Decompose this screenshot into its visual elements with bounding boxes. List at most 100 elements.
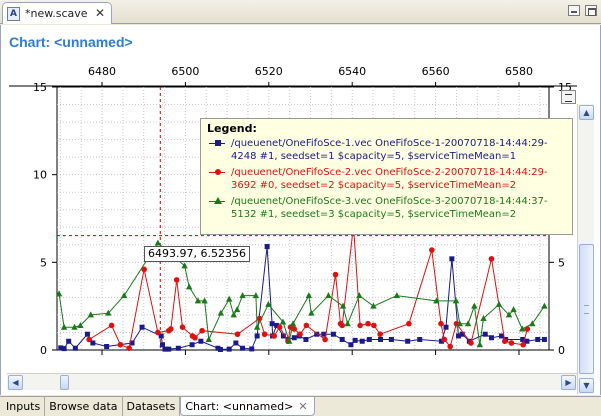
data-point-circle xyxy=(108,322,115,329)
tab-inputs[interactable]: Inputs xyxy=(2,397,46,416)
close-icon[interactable]: ✕ xyxy=(95,6,105,20)
data-point-square xyxy=(449,256,455,262)
data-point-circle xyxy=(117,341,124,348)
horizontal-scroll-thumb[interactable] xyxy=(60,375,69,390)
data-point-square xyxy=(348,342,354,348)
data-point-square xyxy=(254,333,260,339)
data-point-square xyxy=(366,336,372,342)
tab-label: Browse data xyxy=(49,400,118,413)
data-point-circle xyxy=(502,338,508,345)
maximize-icon[interactable] xyxy=(585,5,597,16)
data-point-square xyxy=(72,345,78,351)
legend-label: /queuenet/OneFifoSce-1.vec OneFifoSce-1-… xyxy=(231,138,548,162)
data-point-circle xyxy=(357,322,363,329)
tab-browse-data[interactable]: Browse data xyxy=(45,397,123,416)
data-point-square xyxy=(198,338,204,344)
data-point-circle xyxy=(371,322,377,329)
data-point-square xyxy=(226,346,232,352)
data-point-square xyxy=(166,346,172,352)
y-tick-label-right: 0 xyxy=(558,344,565,357)
tab-label: Datasets xyxy=(126,400,176,413)
legend-item: /queuenet/OneFifoSce-1.vec OneFifoSce-1-… xyxy=(207,137,566,163)
data-point-circle xyxy=(271,333,278,339)
legend-line-series-2 xyxy=(209,169,225,175)
data-point-circle xyxy=(520,341,526,348)
x-tick-label: 6480 xyxy=(88,65,116,78)
x-tick-label: 6520 xyxy=(255,65,283,78)
data-point-circle xyxy=(332,271,339,278)
tab-label: Chart: <unnamed> xyxy=(185,399,294,413)
data-point-circle xyxy=(155,329,161,336)
data-point-circle xyxy=(508,340,515,346)
data-point-circle xyxy=(438,320,444,327)
chart-editor-page: 648065006520654065606580051015051015 Cha… xyxy=(0,25,601,395)
scroll-up-icon[interactable]: ▲ xyxy=(579,105,594,120)
chart-legend: Legend: /queuenet/OneFifoSce-1.vec OneFi… xyxy=(200,118,573,235)
editor-tab-bar: A *new.scave ✕ xyxy=(0,0,601,24)
minimize-icon[interactable] xyxy=(568,5,580,16)
data-point-circle xyxy=(429,247,435,253)
scroll-down-icon[interactable]: ▼ xyxy=(579,378,594,393)
data-point-square xyxy=(359,338,365,344)
data-point-circle xyxy=(377,331,383,338)
legend-marker-square xyxy=(215,140,221,146)
data-point-square xyxy=(443,324,449,330)
editor-tab-label: *new.scave xyxy=(25,7,88,20)
vertical-scroll-thumb[interactable] xyxy=(579,244,594,374)
data-point-square xyxy=(541,336,547,342)
legend-marker-circle xyxy=(215,169,221,175)
tab-datasets[interactable]: Datasets xyxy=(123,397,181,416)
data-point-square xyxy=(269,321,275,327)
data-point-circle xyxy=(441,336,448,343)
crosshair-readout: 6493.97, 6.52356 xyxy=(144,246,250,262)
data-point-square xyxy=(378,336,384,342)
close-icon[interactable]: ✕ xyxy=(298,400,307,413)
scroll-left-icon[interactable]: ◀ xyxy=(8,375,23,390)
y-tick-label-left: 0 xyxy=(40,344,47,357)
data-point-square xyxy=(330,331,336,337)
data-point-circle xyxy=(86,336,92,343)
data-point-circle xyxy=(339,322,345,329)
data-point-circle xyxy=(179,324,186,331)
data-point-square xyxy=(240,345,246,351)
legend-title: Legend: xyxy=(207,122,257,135)
data-point-circle xyxy=(173,277,180,283)
data-point-circle xyxy=(168,326,174,332)
legend-item: /queuenet/OneFifoSce-2.vec OneFifoSce-2-… xyxy=(207,166,566,192)
data-point-square xyxy=(291,335,297,341)
tab-chart[interactable]: Chart: <unnamed> ✕ xyxy=(180,397,315,416)
data-point-square xyxy=(264,244,270,250)
data-point-square xyxy=(339,336,345,342)
legend-line-series-3 xyxy=(209,197,225,204)
vertical-scrollbar[interactable]: ▲ ▼ xyxy=(577,104,594,394)
data-point-square xyxy=(488,335,494,341)
data-point-square xyxy=(405,338,411,344)
data-point-circle xyxy=(276,324,283,331)
data-point-square xyxy=(233,340,239,346)
data-point-square xyxy=(352,337,358,343)
y-tick-label-left: 10 xyxy=(33,169,47,182)
x-tick-label: 6560 xyxy=(422,65,450,78)
data-point-square xyxy=(66,338,72,344)
data-point-circle xyxy=(322,336,328,343)
data-point-circle xyxy=(406,320,412,327)
data-point-circle xyxy=(234,331,241,338)
editor-tab-new-scave[interactable]: A *new.scave ✕ xyxy=(2,2,112,24)
horizontal-scrollbar[interactable]: ◀ ▶ xyxy=(7,373,577,390)
legend-line-series-1 xyxy=(209,140,225,146)
data-point-square xyxy=(189,342,195,348)
legend-item: /queuenet/OneFifoSce-3.vec OneFifoSce-3-… xyxy=(207,195,566,221)
data-point-square xyxy=(417,336,423,342)
data-point-square xyxy=(217,346,223,352)
data-point-circle xyxy=(488,256,495,262)
legend-toggle-icon[interactable] xyxy=(561,90,576,104)
data-point-circle xyxy=(192,334,198,341)
y-tick-label-left: 15 xyxy=(33,81,47,94)
scroll-right-icon[interactable]: ▶ xyxy=(561,375,576,390)
data-point-circle xyxy=(199,327,205,334)
x-tick-label: 6540 xyxy=(338,65,366,78)
data-point-square xyxy=(84,331,90,337)
tab-label: Inputs xyxy=(6,400,41,413)
data-point-square xyxy=(535,336,541,342)
data-point-circle xyxy=(261,331,268,338)
